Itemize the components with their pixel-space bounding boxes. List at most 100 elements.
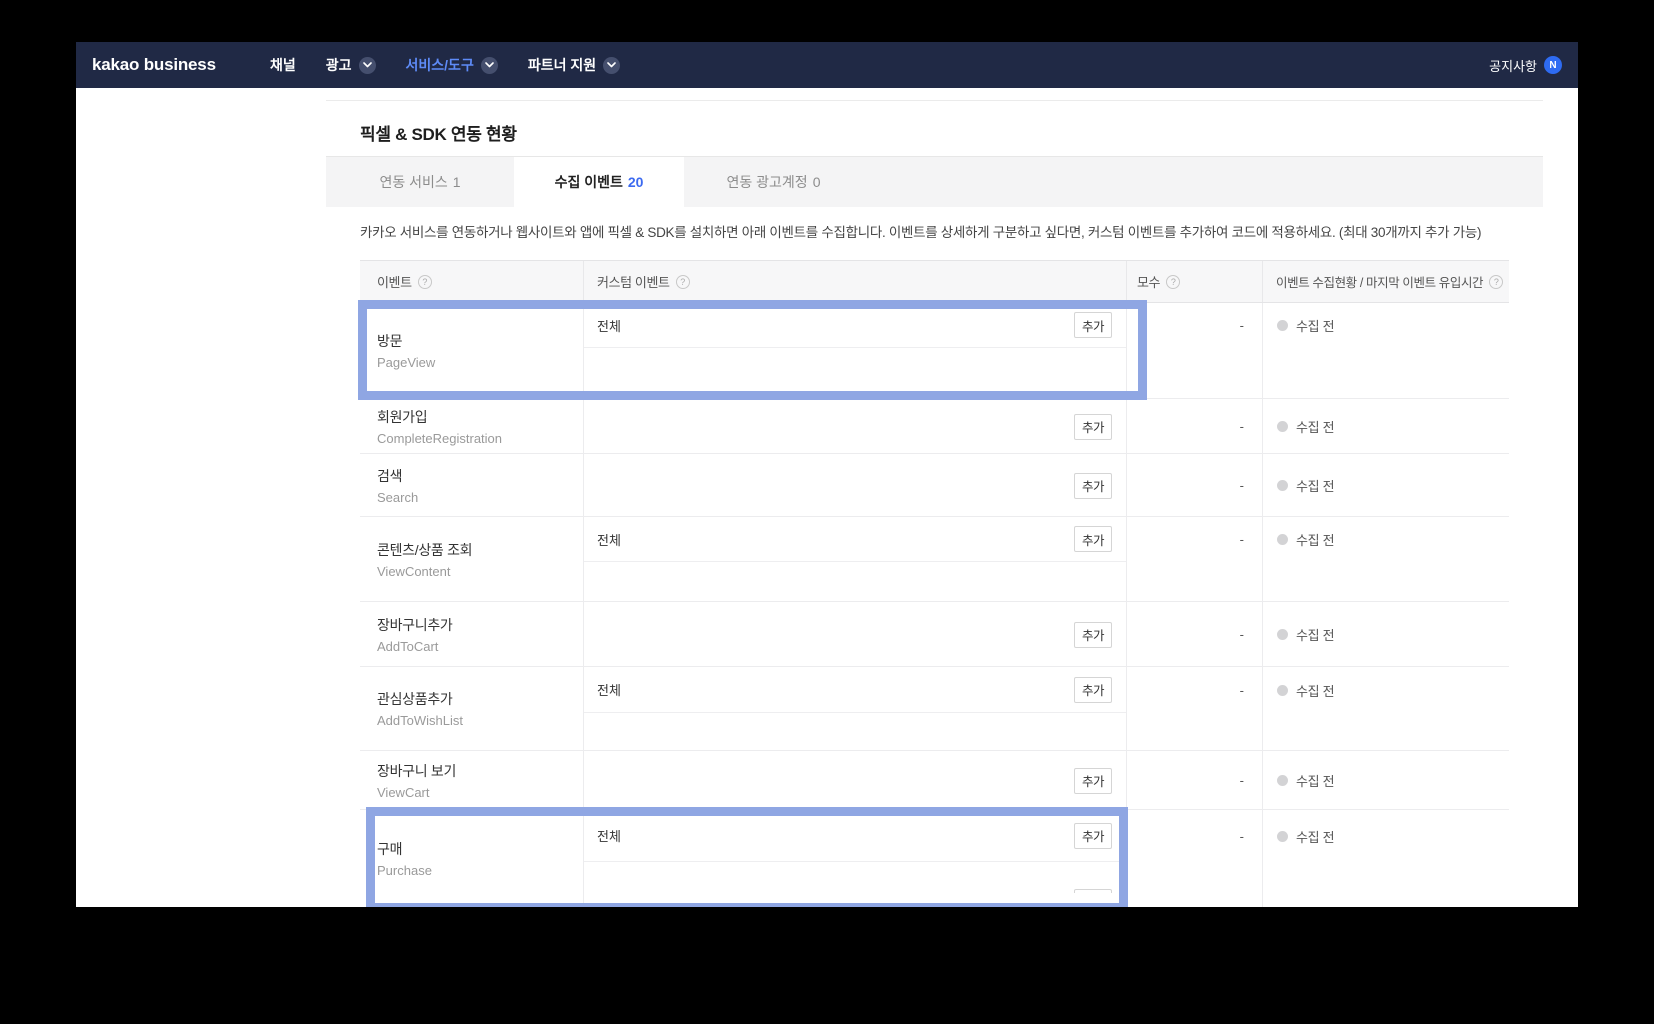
- status-text: 수집 전: [1296, 476, 1334, 495]
- screenshot-stage: kakao business 채널광고서비스/도구파트너 지원 공지사항 N 픽…: [0, 0, 1654, 1024]
- custom-event-cell: 전체 추가: [584, 810, 1127, 907]
- event-cell: 장바구니추가 AddToCart: [360, 602, 584, 666]
- custom-event-subrow: 전체 추가: [584, 517, 1126, 562]
- event-cell: 콘텐츠/상품 조회 ViewContent: [360, 517, 584, 601]
- add-custom-event-button[interactable]: 추가: [1074, 414, 1112, 440]
- custom-event-subrow: 추가: [584, 602, 1126, 667]
- header-event-label: 이벤트: [377, 272, 412, 291]
- status-text: 수집 전: [1296, 530, 1334, 549]
- status-dot-icon: [1277, 534, 1288, 545]
- custom-event-all-label: 전체: [584, 530, 621, 549]
- event-name: 콘텐츠/상품 조회: [377, 540, 583, 560]
- event-code: PageView: [377, 355, 583, 370]
- add-custom-event-button[interactable]: 추가: [1074, 473, 1112, 499]
- status-dot-icon: [1277, 685, 1288, 696]
- notice-link[interactable]: 공지사항: [1489, 56, 1537, 75]
- event-name: 회원가입: [377, 407, 583, 427]
- status-cell: 수집 전: [1263, 454, 1509, 516]
- pixel-sdk-card: 픽셀 & SDK 연동 현황 연동 서비스1수집 이벤트20연동 광고계정0 카…: [326, 100, 1543, 907]
- custom-event-subrow: 전체 추가: [584, 810, 1126, 862]
- status-cell: 수집 전: [1263, 303, 1509, 398]
- description-text: 카카오 서비스를 연동하거나 웹사이트와 앱에 픽셀 & SDK를 설치하면 아…: [360, 221, 1520, 241]
- chevron-down-icon: [603, 57, 620, 74]
- nav-menu: 채널 광고 서비스/도구 파트너 지원: [270, 42, 620, 88]
- event-cell: 관심상품추가 AddToWishList: [360, 667, 584, 750]
- table-row-viewcart: 장바구니 보기 ViewCart 추가 - 수집 전: [360, 751, 1509, 810]
- status-wrap: 수집 전: [1263, 810, 1509, 862]
- event-name: 구매: [377, 839, 583, 859]
- population-cell: -: [1127, 399, 1263, 453]
- status-wrap: 수집 전: [1263, 751, 1509, 810]
- status-dot-icon: [1277, 480, 1288, 491]
- nav-item-2[interactable]: 서비스/도구: [406, 55, 498, 75]
- population-cell: -: [1127, 751, 1263, 809]
- tab-1[interactable]: 연동 서비스1: [326, 157, 514, 207]
- status-cell: 수집 전: [1263, 602, 1509, 666]
- kakao-business-logo[interactable]: kakao business: [92, 42, 216, 88]
- nav-item-label: 파트너 지원: [528, 55, 596, 75]
- add-custom-event-button[interactable]: 추가: [1074, 312, 1112, 338]
- help-icon[interactable]: ?: [1166, 275, 1180, 289]
- nav-item-label: 채널: [270, 55, 296, 75]
- top-navbar: kakao business 채널광고서비스/도구파트너 지원 공지사항 N: [76, 42, 1578, 88]
- tab-count: 20: [628, 174, 644, 190]
- tab-label: 연동 서비스: [379, 172, 447, 192]
- status-wrap: 수집 전: [1263, 399, 1509, 454]
- custom-event-subrow: 전체 추가: [584, 667, 1126, 713]
- help-icon[interactable]: ?: [418, 275, 432, 289]
- population-cell: -: [1127, 454, 1263, 516]
- help-icon[interactable]: ?: [676, 275, 690, 289]
- event-code: AddToCart: [377, 639, 583, 654]
- header-event: 이벤트 ?: [360, 261, 584, 302]
- population-cell: -: [1127, 667, 1263, 750]
- custom-event-cell: 추가: [584, 602, 1127, 666]
- event-cell: 방문 PageView: [360, 303, 584, 398]
- table-row-viewcontent: 콘텐츠/상품 조회 ViewContent 전체 추가 - 수집 전: [360, 517, 1509, 602]
- event-cell: 회원가입 CompleteRegistration: [360, 399, 584, 453]
- add-custom-event-button[interactable]: 추가: [1074, 622, 1112, 648]
- add-custom-event-button[interactable]: 추가: [1074, 677, 1112, 703]
- custom-event-subrow: 추가: [584, 454, 1126, 517]
- custom-event-all-label: 전체: [584, 316, 621, 335]
- event-cell: 구매 Purchase: [360, 810, 584, 907]
- table-row-addtocart: 장바구니추가 AddToCart 추가 - 수집 전: [360, 602, 1509, 667]
- custom-event-cell: 추가: [584, 399, 1127, 453]
- events-table: 이벤트 ? 커스텀 이벤트 ? 모수 ? 이벤트 수집현황 / 마지막 이벤트 …: [360, 260, 1509, 907]
- add-custom-event-button[interactable]: 추가: [1074, 823, 1112, 849]
- status-cell: 수집 전: [1263, 517, 1509, 601]
- event-code: CompleteRegistration: [377, 431, 583, 446]
- header-custom-event-label: 커스텀 이벤트: [597, 272, 670, 291]
- event-name: 장바구니 보기: [377, 761, 583, 781]
- status-dot-icon: [1277, 320, 1288, 331]
- table-row-search: 검색 Search 추가 - 수집 전: [360, 454, 1509, 517]
- status-text: 수집 전: [1296, 681, 1334, 700]
- custom-event-cell: 전체 추가: [584, 517, 1127, 601]
- status-cell: 수집 전: [1263, 399, 1509, 453]
- population-value: -: [1127, 810, 1262, 862]
- population-value: -: [1127, 303, 1262, 348]
- event-code: ViewCart: [377, 785, 583, 800]
- help-icon[interactable]: ?: [1489, 275, 1503, 289]
- event-name: 방문: [377, 331, 583, 351]
- event-name: 검색: [377, 466, 583, 486]
- add-custom-event-button[interactable]: 추가: [1074, 768, 1112, 794]
- table-body: 방문 PageView 전체 추가 - 수집 전 회원가입 CompleteRe…: [360, 303, 1509, 907]
- add-custom-event-button[interactable]: 추가: [1074, 526, 1112, 552]
- header-custom-event: 커스텀 이벤트 ?: [584, 261, 1127, 302]
- status-cell: 수집 전: [1263, 810, 1509, 907]
- custom-event-cell: 전체 추가: [584, 667, 1127, 750]
- nav-item-1[interactable]: 광고: [326, 55, 376, 75]
- browser-page: kakao business 채널광고서비스/도구파트너 지원 공지사항 N 픽…: [76, 42, 1578, 907]
- nav-item-label: 광고: [326, 55, 352, 75]
- nav-item-3[interactable]: 파트너 지원: [528, 55, 620, 75]
- table-header-row: 이벤트 ? 커스텀 이벤트 ? 모수 ? 이벤트 수집현황 / 마지막 이벤트 …: [360, 260, 1509, 303]
- event-name: 장바구니추가: [377, 615, 583, 635]
- tab-2[interactable]: 수집 이벤트20: [514, 157, 684, 207]
- tab-count: 0: [813, 174, 821, 190]
- tab-3[interactable]: 연동 광고계정0: [684, 157, 863, 207]
- partial-add-button[interactable]: [1074, 889, 1112, 893]
- population-value: -: [1127, 454, 1262, 517]
- nav-item-0[interactable]: 채널: [270, 55, 296, 75]
- header-status-label: 이벤트 수집현황 / 마지막 이벤트 유입시간: [1276, 272, 1483, 291]
- status-dot-icon: [1277, 831, 1288, 842]
